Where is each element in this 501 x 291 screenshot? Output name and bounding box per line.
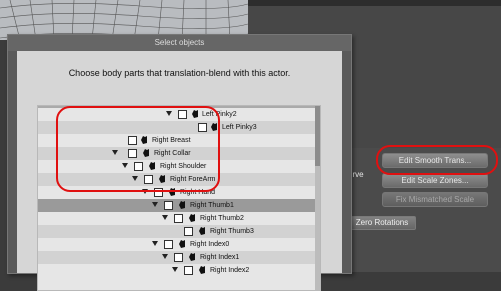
tree-row[interactable]: Right Index0: [38, 238, 320, 251]
expand-arrow-icon[interactable]: [152, 241, 158, 246]
tree-row[interactable]: Right Index1: [38, 251, 320, 264]
select-checkbox[interactable]: [184, 227, 193, 236]
expand-arrow-icon[interactable]: [162, 215, 168, 220]
select-checkbox[interactable]: [174, 253, 183, 262]
select-checkbox[interactable]: [184, 266, 193, 275]
expand-arrow-icon[interactable]: [162, 254, 168, 259]
expand-arrow-icon[interactable]: [172, 267, 178, 272]
tree-row-label: Left Pinky3: [222, 124, 257, 131]
dialog-prompt: Choose body parts that translation-blend…: [68, 68, 291, 78]
hand-icon: [189, 214, 195, 222]
tree-row-label: Right Index0: [190, 241, 230, 248]
tree-row-label: Right Thumb2: [200, 215, 244, 222]
tree-scrollbar[interactable]: [315, 106, 320, 290]
expand-arrow-icon[interactable]: [152, 202, 158, 207]
highlight-ring-body-parts: [56, 106, 220, 192]
hand-icon: [199, 266, 205, 274]
tree-row-selected[interactable]: Right Thumb1: [38, 199, 320, 212]
tree-scrollbar-thumb[interactable]: [315, 106, 320, 166]
hand-icon: [199, 227, 205, 235]
hand-icon: [179, 240, 185, 248]
fix-mismatched-scale-button[interactable]: Fix Mismatched Scale: [382, 192, 488, 207]
edit-scale-zones-button[interactable]: Edit Scale Zones...: [382, 173, 488, 188]
tree-row[interactable]: Right Index2: [38, 264, 320, 277]
highlight-ring-edit-smooth: [376, 145, 498, 175]
tree-row[interactable]: Right Thumb3: [38, 225, 320, 238]
select-checkbox[interactable]: [174, 214, 183, 223]
tree-row-label: Right Index1: [200, 254, 240, 261]
hand-icon: [189, 253, 195, 261]
tree-row-label: Right Index2: [210, 267, 250, 274]
hand-icon: [179, 201, 185, 209]
tree-row-label: Right Thumb1: [190, 202, 234, 209]
select-checkbox[interactable]: [164, 201, 173, 210]
dialog-title: Select objects: [8, 35, 351, 51]
select-checkbox[interactable]: [164, 240, 173, 249]
zero-rotations-button[interactable]: Zero Rotations: [348, 216, 416, 230]
tree-row[interactable]: Right Thumb2: [38, 212, 320, 225]
tree-row-label: Right Thumb3: [210, 228, 254, 235]
